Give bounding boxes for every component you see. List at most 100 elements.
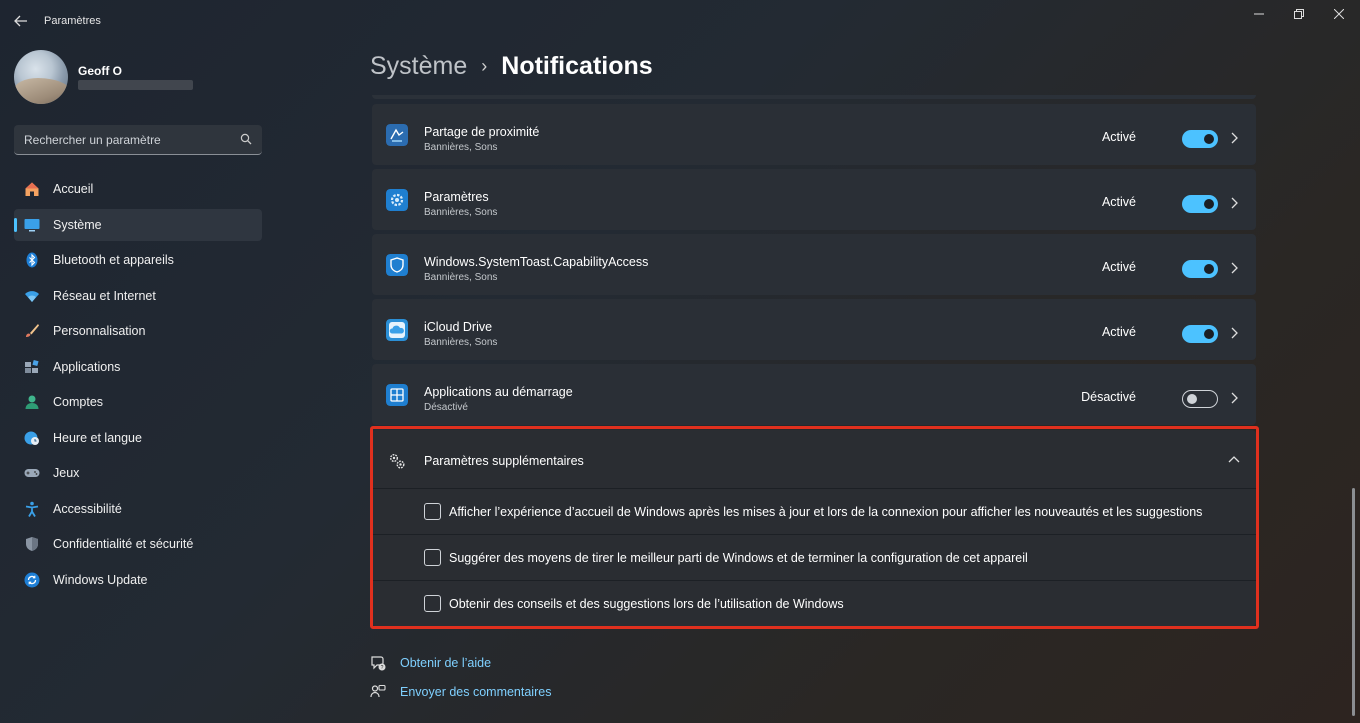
page-title: Notifications [501,52,653,80]
home-icon [25,182,39,196]
toggle-state: Activé [1101,325,1136,339]
back-arrow-icon[interactable] [12,12,30,30]
sidebar-item-label: Applications [53,359,121,374]
gears-icon [390,454,405,469]
checkbox[interactable] [424,595,441,612]
help-link[interactable]: ? Obtenir de l’aide [370,655,491,671]
additional-settings-panel: Paramètres supplémentaires Afficher l’ex… [372,430,1256,626]
app-sub: Désactivé [424,402,468,413]
sidebar-item-accueil[interactable]: Accueil [14,173,262,205]
option-row: Obtenir des conseils et des suggestions … [372,580,1256,626]
sidebar-item-label: Heure et langue [53,430,142,445]
option-row: Suggérer des moyens de tirer le meilleur… [372,534,1256,580]
user-name: Geoff O [78,64,122,78]
help-link-label: Obtenir de l’aide [400,656,492,670]
chevron-right-icon[interactable] [1229,391,1239,405]
system-icon [24,218,40,231]
search-input[interactable]: Rechercher un paramètre [14,125,262,155]
title-bar: Paramètres [0,0,1360,40]
sidebar-item-comptes[interactable]: Comptes [14,386,262,418]
restore-icon[interactable] [1288,6,1310,22]
scrollbar[interactable] [1352,488,1355,716]
app-row-applications-demarrage[interactable]: Applications au démarrage Désactivé Désa… [372,364,1256,425]
network-icon [25,290,39,302]
sidebar-item-label: Système [53,217,102,232]
checkbox[interactable] [424,503,441,520]
sidebar-item-label: Accessibilité [53,501,122,516]
update-icon [24,572,40,587]
app-row-parametres[interactable]: Paramètres Bannières, Sons Activé [372,169,1256,230]
chevron-right-icon[interactable] [1229,326,1239,340]
breadcrumb: Système › Notifications [370,52,653,81]
checkbox[interactable] [424,549,441,566]
breadcrumb-parent[interactable]: Système [370,52,467,81]
sidebar-item-personnalisation[interactable]: Personnalisation [14,315,262,347]
sidebar-item-windows-update[interactable]: Windows Update [14,564,262,596]
option-label[interactable]: Afficher l’expérience d’accueil de Windo… [449,505,1202,519]
sidebar-item-bluetooth[interactable]: Bluetooth et appareils [14,244,262,276]
toggle-switch[interactable] [1182,260,1218,278]
option-label[interactable]: Suggérer des moyens de tirer le meilleur… [449,551,1028,565]
toggle-state: Activé [1101,195,1136,209]
option-row: Afficher l’expérience d’accueil de Windo… [372,488,1256,534]
toggle-state: Activé [1101,130,1136,144]
feedback-link-label: Envoyer des commentaires [400,685,552,699]
toggle-switch[interactable] [1182,130,1218,148]
previous-row-edge [372,95,1256,99]
app-title: Paramètres [44,15,101,27]
breadcrumb-separator: › [481,56,488,76]
accessibility-icon [25,501,39,517]
chevron-right-icon[interactable] [1229,261,1239,275]
app-sub: Bannières, Sons [424,337,498,348]
feedback-link[interactable]: Envoyer des commentaires [370,684,551,700]
additional-settings-header[interactable]: Paramètres supplémentaires [372,430,1256,488]
feedback-icon [370,684,386,698]
sidebar-item-label: Comptes [53,395,104,409]
sidebar-item-confidentialite[interactable]: Confidentialité et sécurité [14,528,262,560]
app-name: iCloud Drive [424,320,493,334]
sidebar-item-label: Jeux [53,466,80,480]
minimize-icon[interactable] [1248,6,1270,22]
avatar[interactable] [14,50,68,104]
app-row-capability-access[interactable]: Windows.SystemToast.CapabilityAccess Ban… [372,234,1256,295]
sidebar-item-accessibilite[interactable]: Accessibilité [14,493,262,525]
search-placeholder: Rechercher un paramètre [24,132,161,147]
sidebar-item-heure-langue[interactable]: Heure et langue [14,422,262,454]
app-sub: Bannières, Sons [424,272,498,283]
app-name: Partage de proximité [424,125,540,139]
app-name: Applications au démarrage [424,385,573,399]
chevron-right-icon[interactable] [1229,131,1239,145]
option-label[interactable]: Obtenir des conseils et des suggestions … [449,597,844,611]
toggle-state: Activé [1101,260,1136,274]
sidebar-item-label: Bluetooth et appareils [53,253,174,267]
capability-shield-icon [386,254,408,276]
gamepad-icon [24,469,40,477]
app-name: Windows.SystemToast.CapabilityAccess [424,255,649,269]
close-icon[interactable] [1328,6,1350,22]
sidebar-item-label: Windows Update [53,572,148,587]
toggle-switch[interactable] [1182,390,1218,408]
settings-gear-icon [386,189,408,211]
startup-apps-icon [386,384,408,406]
sidebar-item-jeux[interactable]: Jeux [14,457,262,489]
app-row-icloud-drive[interactable]: iCloud Drive Bannières, Sons Activé [372,299,1256,360]
chevron-right-icon[interactable] [1229,196,1239,210]
app-sub: Bannières, Sons [424,142,498,153]
additional-settings-title: Paramètres supplémentaires [424,454,584,468]
search-icon [240,133,252,145]
toggle-switch[interactable] [1182,195,1218,213]
apps-icon [25,359,39,373]
bluetooth-icon [26,252,38,268]
toggle-switch[interactable] [1182,325,1218,343]
sidebar-item-label: Confidentialité et sécurité [53,537,194,551]
toggle-state: Désactivé [1081,390,1136,404]
sidebar-item-reseau[interactable]: Réseau et Internet [14,280,262,312]
shield-icon [26,537,38,551]
sidebar-item-label: Accueil [53,182,94,196]
sidebar-item-systeme[interactable]: Système [14,208,262,241]
chevron-up-icon[interactable] [1228,454,1240,464]
brush-icon [26,324,39,337]
sidebar-item-applications[interactable]: Applications [14,351,262,383]
account-icon [25,395,39,409]
app-row-partage-proximite[interactable]: Partage de proximité Bannières, Sons Act… [372,104,1256,165]
